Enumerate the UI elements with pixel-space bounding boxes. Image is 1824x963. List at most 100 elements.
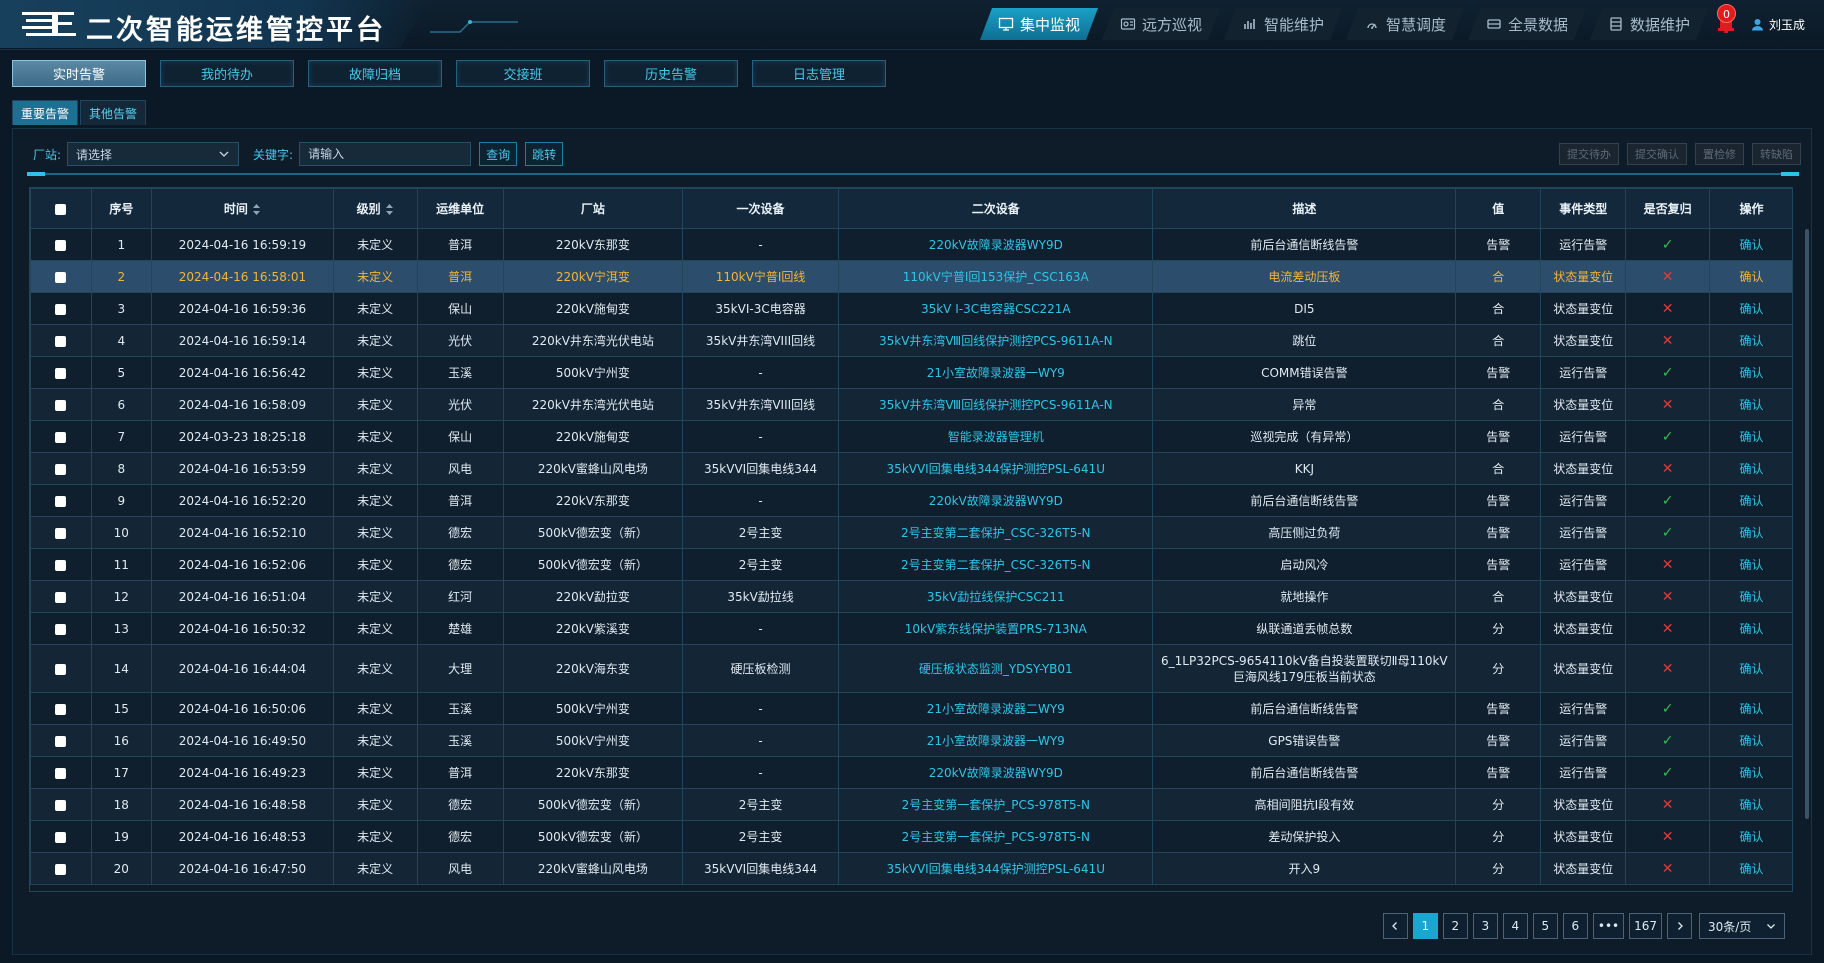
table-row[interactable]: 16 2024-04-16 16:49:50 未定义 玉溪 500kV宁州变 -21小室故… [30, 724, 1792, 757]
tab-fault-archive[interactable]: 故障归档 [308, 60, 442, 87]
page-button[interactable]: 5 [1532, 913, 1558, 939]
header-time[interactable]: 时间 [151, 188, 334, 229]
table-row[interactable]: 6 2024-04-16 16:58:09 未定义 光伏 220kV井东湾光伏电站 35k… [30, 388, 1792, 421]
select-all-checkbox[interactable] [55, 203, 67, 215]
row-secondary-device[interactable]: 21小室故障录波器一WY9 [838, 356, 1154, 389]
nav-data-maintenance[interactable]: 数据维护 [1590, 8, 1708, 40]
row-confirm-link[interactable]: 确认 [1709, 228, 1792, 261]
table-row[interactable]: 8 2024-04-16 16:53:59 未定义 风电 220kV蜜蜂山风电场 35kV… [30, 452, 1792, 485]
table-row[interactable]: 19 2024-04-16 16:48:53 未定义 德宏 500kV德宏变（新） 2号主… [30, 820, 1792, 853]
tab-my-todo[interactable]: 我的待办 [160, 60, 294, 87]
submit-todo-button[interactable]: 提交待办 [1559, 143, 1619, 165]
row-secondary-device[interactable]: 2号主变第一套保护_PCS-978T5-N [838, 788, 1154, 821]
row-checkbox[interactable] [55, 591, 67, 603]
row-secondary-device[interactable]: 220kV故障录波器WY9D [838, 756, 1154, 789]
row-checkbox[interactable] [55, 799, 67, 811]
table-row[interactable]: 1 2024-04-16 16:59:19 未定义 普洱 220kV东那变 -220kV故… [30, 228, 1792, 261]
row-checkbox-cell[interactable] [30, 820, 92, 853]
row-secondary-device[interactable]: 35kV勐拉线保护CSC211 [838, 580, 1154, 613]
row-confirm-link[interactable]: 确认 [1709, 612, 1792, 645]
row-checkbox-cell[interactable] [30, 852, 92, 885]
row-confirm-link[interactable]: 确认 [1709, 292, 1792, 325]
row-secondary-device[interactable]: 35kV井东湾Ⅷ回线保护测控PCS-9611A-N [838, 388, 1154, 421]
row-checkbox-cell[interactable] [30, 612, 92, 645]
row-checkbox[interactable] [55, 527, 67, 539]
station-select[interactable]: 请选择 [67, 142, 240, 166]
user-menu[interactable]: 刘玉成 [1751, 16, 1805, 33]
row-confirm-link[interactable]: 确认 [1709, 516, 1792, 549]
row-secondary-device[interactable]: 2号主变第一套保护_PCS-978T5-N [838, 820, 1154, 853]
query-button[interactable]: 查询 [479, 142, 518, 166]
nav-smart-maintenance[interactable]: 智能维护 [1224, 8, 1342, 40]
row-checkbox[interactable] [55, 335, 67, 347]
page-button[interactable]: 4 [1502, 913, 1528, 939]
page-button[interactable]: 1 [1412, 913, 1438, 939]
table-row[interactable]: 5 2024-04-16 16:56:42 未定义 玉溪 500kV宁州变 -21小室故障… [30, 356, 1792, 389]
row-confirm-link[interactable]: 确认 [1709, 820, 1792, 853]
row-checkbox[interactable] [55, 703, 67, 715]
row-secondary-device[interactable]: 10kV紫东线保护装置PRS-713NA [838, 612, 1154, 645]
table-row[interactable]: 2 2024-04-16 16:58:01 未定义 普洱 220kV宁洱变 110kV宁普… [30, 260, 1792, 293]
row-checkbox-cell[interactable] [30, 324, 92, 357]
row-checkbox[interactable] [55, 431, 67, 443]
row-checkbox-cell[interactable] [30, 580, 92, 613]
row-secondary-device[interactable]: 110kV宁普Ⅰ回153保护_CSC163A [838, 260, 1154, 293]
row-secondary-device[interactable]: 35kV井东湾Ⅷ回线保护测控PCS-9611A-N [838, 324, 1154, 357]
sort-icon[interactable] [252, 203, 261, 216]
row-checkbox-cell[interactable] [30, 260, 92, 293]
row-secondary-device[interactable]: 21小室故障录波器二WY9 [838, 692, 1154, 725]
nav-remote-patrol[interactable]: 远方巡视 [1102, 8, 1220, 40]
submit-confirm-button[interactable]: 提交确认 [1627, 143, 1687, 165]
row-checkbox[interactable] [55, 495, 67, 507]
jump-button[interactable]: 跳转 [525, 142, 564, 166]
row-secondary-device[interactable]: 2号主变第二套保护_CSC-326T5-N [838, 516, 1154, 549]
row-secondary-device[interactable]: 35kVVI回集电线344保护测控PSL-641U [838, 452, 1154, 485]
table-row[interactable]: 10 2024-04-16 16:52:10 未定义 德宏 500kV德宏变（新） 2号主… [30, 516, 1792, 549]
row-secondary-device[interactable]: 智能录波器管理机 [838, 420, 1154, 453]
nav-smart-dispatch[interactable]: 智慧调度 [1346, 8, 1464, 40]
row-secondary-device[interactable]: 35kV Ⅰ-3C电容器CSC221A [838, 292, 1154, 325]
row-checkbox[interactable] [55, 303, 67, 315]
table-scrollbar[interactable] [1805, 229, 1809, 819]
row-checkbox[interactable] [55, 735, 67, 747]
row-checkbox[interactable] [55, 399, 67, 411]
row-checkbox-cell[interactable] [30, 644, 92, 693]
tab-important-alarms[interactable]: 重要告警 [12, 100, 79, 125]
table-row[interactable]: 11 2024-04-16 16:52:06 未定义 德宏 500kV德宏变（新） 2号主… [30, 548, 1792, 581]
table-row[interactable]: 9 2024-04-16 16:52:20 未定义 普洱 220kV东那变 -220kV故… [30, 484, 1792, 517]
row-checkbox[interactable] [55, 367, 67, 379]
nav-panoramic-data[interactable]: 全景数据 [1468, 8, 1586, 40]
header-level[interactable]: 级别 [332, 188, 418, 229]
row-confirm-link[interactable]: 确认 [1709, 756, 1792, 789]
page-size-select[interactable]: 30条/页 [1699, 913, 1785, 939]
row-checkbox[interactable] [55, 463, 67, 475]
row-secondary-device[interactable]: 220kV故障录波器WY9D [838, 484, 1154, 517]
row-secondary-device[interactable]: 35kVVI回集电线344保护测控PSL-641U [838, 852, 1154, 885]
sort-icon[interactable] [385, 203, 394, 216]
tab-realtime-alarms[interactable]: 实时告警 [12, 60, 146, 87]
prev-page-button[interactable] [1382, 913, 1408, 939]
row-confirm-link[interactable]: 确认 [1709, 484, 1792, 517]
row-confirm-link[interactable]: 确认 [1709, 724, 1792, 757]
row-confirm-link[interactable]: 确认 [1709, 388, 1792, 421]
row-confirm-link[interactable]: 确认 [1709, 692, 1792, 725]
tab-other-alarms[interactable]: 其他告警 [80, 100, 147, 125]
row-confirm-link[interactable]: 确认 [1709, 788, 1792, 821]
page-ellipsis[interactable]: ••• [1592, 913, 1625, 939]
row-checkbox[interactable] [55, 831, 67, 843]
row-confirm-link[interactable]: 确认 [1709, 852, 1792, 885]
row-checkbox-cell[interactable] [30, 452, 92, 485]
row-secondary-device[interactable]: 2号主变第二套保护_CSC-326T5-N [838, 548, 1154, 581]
row-secondary-device[interactable]: 220kV故障录波器WY9D [838, 228, 1154, 261]
row-checkbox[interactable] [55, 239, 67, 251]
page-button[interactable]: 2 [1442, 913, 1468, 939]
table-row[interactable]: 7 2024-03-23 18:25:18 未定义 保山 220kV施甸变 - 智能录波器管… [30, 420, 1792, 453]
row-checkbox-cell[interactable] [30, 516, 92, 549]
select-all-header[interactable] [30, 188, 92, 229]
row-checkbox[interactable] [55, 271, 67, 283]
set-maintenance-button[interactable]: 置检修 [1695, 143, 1744, 165]
row-checkbox[interactable] [55, 767, 67, 779]
table-row[interactable]: 17 2024-04-16 16:49:23 未定义 普洱 220kV东那变 -220kV… [30, 756, 1792, 789]
tab-history-alarms[interactable]: 历史告警 [604, 60, 738, 87]
row-checkbox-cell[interactable] [30, 788, 92, 821]
